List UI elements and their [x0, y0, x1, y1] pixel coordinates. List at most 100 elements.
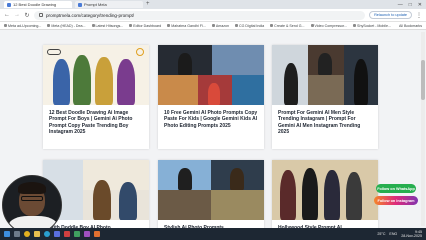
- new-tab-icon[interactable]: +: [146, 1, 150, 8]
- post-thumbnail[interactable]: [158, 45, 264, 105]
- weather-text[interactable]: 25°C: [377, 232, 385, 236]
- bookmark-icon: [167, 24, 171, 27]
- post-card[interactable]: Prompt For Gemini AI Men Style Trending …: [272, 45, 378, 149]
- bookmark-item[interactable]: CG Digital India: [235, 24, 264, 28]
- windows-icon[interactable]: [4, 231, 10, 237]
- search-icon[interactable]: [14, 231, 20, 237]
- bookmark-icon: [353, 24, 357, 27]
- tab-bar: 12 Best Doodle Drawing Prompt Mela + — □…: [0, 0, 426, 9]
- person-figure: [73, 55, 91, 105]
- app-icon[interactable]: [84, 231, 90, 237]
- post-title[interactable]: 12 Best Doodle Drawing Ai Image Prompt F…: [43, 105, 149, 136]
- store-icon[interactable]: [54, 231, 60, 237]
- photo-panel: [212, 45, 264, 75]
- photo-panel: [158, 75, 198, 105]
- post-card[interactable]: 10 Free Gemini AI Photo Prompts Copy Pas…: [158, 45, 264, 149]
- post-thumbnail[interactable]: [158, 160, 264, 220]
- presenter-hair: [18, 182, 46, 194]
- forward-icon[interactable]: →: [14, 12, 20, 18]
- presenter-glasses: [21, 196, 43, 201]
- bookmark-icon: [47, 24, 51, 27]
- reload-icon[interactable]: ↻: [24, 12, 30, 19]
- bookmark-icon: [235, 24, 238, 27]
- person-figure: [53, 59, 70, 105]
- bookmark-icon: [310, 24, 314, 27]
- bookmark-item[interactable]: Amazon: [211, 24, 229, 28]
- person-figure: [95, 57, 113, 105]
- menu-icon[interactable]: ⋮: [416, 12, 422, 19]
- back-icon[interactable]: ←: [4, 12, 10, 18]
- close-icon[interactable]: ✕: [418, 2, 422, 8]
- url-text: promptmela.com/category/trending-prompt/: [46, 12, 135, 18]
- post-card[interactable]: Stylish Ai Photo Prompts: [158, 160, 264, 228]
- tab-secondary[interactable]: Prompt Mela: [75, 1, 143, 8]
- post-card[interactable]: Hollywood Style Prompt AI: [272, 160, 378, 228]
- url-field[interactable]: promptmela.com/category/trending-prompt/: [34, 10, 366, 20]
- bookmark-item[interactable]: Video Compressor...: [310, 24, 347, 28]
- doodle-decoration: [136, 48, 144, 56]
- bookmark-icon: [129, 24, 133, 27]
- language-indicator[interactable]: ENG: [389, 232, 397, 236]
- folder-icon[interactable]: [34, 231, 40, 237]
- bookmark-icon: [91, 24, 95, 27]
- bookmarks-bar: Meta ad-Upcoming... Meta (HEAD) - Dea...…: [0, 22, 426, 30]
- bookmark-item[interactable]: Mahatma Gandhi Fl...: [167, 24, 206, 28]
- person-figure: [302, 168, 318, 220]
- edge-icon[interactable]: [44, 231, 50, 237]
- clock-date: 28-Nov-2025: [401, 234, 422, 238]
- tab-label: Prompt Mela: [84, 2, 107, 7]
- post-thumbnail[interactable]: [272, 45, 378, 105]
- person-figure: [324, 170, 340, 220]
- site-favicon-icon: [78, 2, 82, 7]
- chrome-icon[interactable]: [24, 231, 30, 237]
- person-figure: [178, 53, 192, 75]
- person-figure: [208, 83, 220, 105]
- photo-panel: [211, 190, 264, 220]
- system-tray: 25°C ENG 9:45 28-Nov-2025: [377, 230, 422, 238]
- post-thumbnail[interactable]: [43, 45, 149, 105]
- bookmark-item[interactable]: Meta (HEAD) - Dea...: [47, 24, 86, 28]
- follow-instagram-button[interactable]: Follow on Instagram: [374, 196, 418, 205]
- person-figure: [119, 182, 137, 220]
- bookmark-item[interactable]: Latest Hitsongs...: [91, 24, 123, 28]
- person-figure: [318, 53, 332, 75]
- photo-panel: [232, 75, 264, 105]
- person-figure: [354, 59, 368, 105]
- bookmark-icon: [270, 24, 274, 27]
- bookmark-item[interactable]: Editor Dashboard: [129, 24, 161, 28]
- post-title[interactable]: Hollywood Style Prompt AI: [272, 220, 378, 228]
- follow-whatsapp-button[interactable]: Follow on WhatsApp: [376, 184, 416, 193]
- person-figure: [280, 170, 296, 220]
- post-card[interactable]: 12 Best Doodle Drawing Ai Image Prompt F…: [43, 45, 149, 149]
- tab-label: 12 Best Doodle Drawing: [13, 2, 57, 7]
- relaunch-button[interactable]: Relaunch to update: [369, 11, 412, 19]
- maximize-icon[interactable]: □: [409, 2, 412, 8]
- post-title[interactable]: 10 Free Gemini AI Photo Prompts Copy Pas…: [158, 105, 264, 129]
- post-thumbnail[interactable]: [272, 160, 378, 220]
- post-title[interactable]: Prompt For Gemini AI Men Style Trending …: [272, 105, 378, 136]
- person-figure: [346, 172, 362, 220]
- bookmark-item[interactable]: ShySocket - Mobile...: [353, 24, 391, 28]
- bookmark-item[interactable]: Create & Send G...: [270, 24, 305, 28]
- person-figure: [117, 59, 135, 105]
- scrollbar-thumb[interactable]: [421, 60, 425, 100]
- doodle-decoration: [47, 49, 61, 55]
- photo-panel: [308, 75, 344, 105]
- app-icon[interactable]: [64, 231, 70, 237]
- app-icon[interactable]: [94, 231, 100, 237]
- site-favicon-icon: [7, 2, 11, 7]
- all-bookmarks-link[interactable]: All Bookmarks: [399, 24, 422, 28]
- taskbar: 25°C ENG 9:45 28-Nov-2025: [0, 228, 426, 240]
- post-title[interactable]: With Doddle Boy AI Photo: [43, 220, 149, 228]
- bookmark-icon: [4, 24, 7, 27]
- bookmark-item[interactable]: Meta ad-Upcoming...: [4, 24, 41, 28]
- photo-panel: [83, 160, 149, 190]
- app-icon[interactable]: [74, 231, 80, 237]
- minimize-icon[interactable]: —: [398, 2, 403, 8]
- tab-active[interactable]: 12 Best Doodle Drawing: [4, 1, 72, 8]
- post-title[interactable]: Stylish Ai Photo Prompts: [158, 220, 264, 228]
- bookmark-icon: [211, 24, 215, 27]
- person-figure: [93, 180, 111, 220]
- clock[interactable]: 9:45 28-Nov-2025: [401, 230, 422, 238]
- person-figure: [230, 168, 244, 190]
